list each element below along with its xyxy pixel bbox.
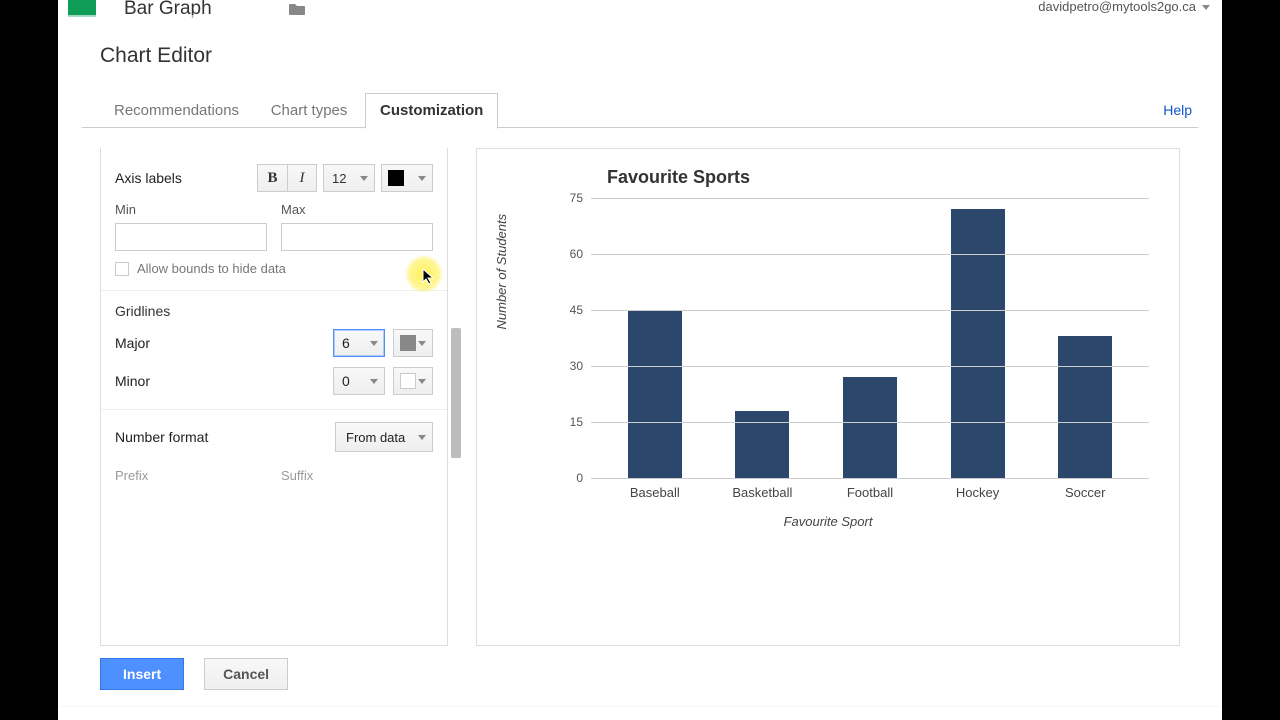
color-swatch-icon xyxy=(388,170,404,186)
caret-down-icon xyxy=(418,379,426,384)
gridline xyxy=(591,366,1149,367)
color-swatch-icon xyxy=(400,373,416,389)
x-tick-label: Soccer xyxy=(1031,485,1139,500)
min-input[interactable] xyxy=(115,223,267,251)
max-label: Max xyxy=(281,202,433,217)
y-tick-label: 30 xyxy=(553,359,583,373)
prefix-label: Prefix xyxy=(115,468,267,483)
gridline xyxy=(591,254,1149,255)
y-tick-label: 45 xyxy=(553,303,583,317)
y-tick-label: 0 xyxy=(553,471,583,485)
y-tick-label: 15 xyxy=(553,415,583,429)
tab-recommendations[interactable]: Recommendations xyxy=(100,94,253,128)
italic-button[interactable]: I xyxy=(287,164,317,192)
y-tick-label: 75 xyxy=(553,191,583,205)
caret-down-icon xyxy=(370,379,378,384)
axis-labels-heading: Axis labels xyxy=(115,170,257,186)
gridline xyxy=(591,478,1149,479)
cancel-button[interactable]: Cancel xyxy=(204,658,288,690)
minor-gridlines-value: 0 xyxy=(342,373,350,389)
caret-down-icon xyxy=(418,435,426,440)
caret-down-icon xyxy=(360,176,368,181)
customization-panel: Axis labels B I 12 Min xyxy=(100,148,448,646)
bold-button[interactable]: B xyxy=(257,164,287,192)
gridline xyxy=(591,198,1149,199)
bar xyxy=(735,411,789,478)
minor-gridlines-select[interactable]: 0 xyxy=(333,367,385,395)
font-color-select[interactable] xyxy=(381,164,433,192)
x-tick-label: Baseball xyxy=(601,485,709,500)
insert-button[interactable]: Insert xyxy=(100,658,184,690)
bar-slot xyxy=(924,198,1032,478)
gridlines-heading: Gridlines xyxy=(115,303,433,319)
chart-preview: Favourite Sports Number of Students 0153… xyxy=(476,148,1180,646)
major-gridlines-color[interactable] xyxy=(393,329,433,357)
bar xyxy=(843,377,897,478)
number-format-select[interactable]: From data xyxy=(335,422,433,452)
max-input[interactable] xyxy=(281,223,433,251)
x-axis-label: Favourite Sport xyxy=(497,514,1159,529)
scrollbar-thumb[interactable] xyxy=(451,328,461,458)
bar-slot xyxy=(709,198,817,478)
account-menu[interactable]: davidpetro@mytools2go.ca xyxy=(1038,0,1210,14)
bar xyxy=(951,209,1005,478)
major-gridlines-label: Major xyxy=(115,335,333,351)
bar-slot xyxy=(601,198,709,478)
allow-bounds-label: Allow bounds to hide data xyxy=(137,261,286,276)
x-tick-label: Hockey xyxy=(924,485,1032,500)
x-tick-label: Basketball xyxy=(709,485,817,500)
x-tick-label: Football xyxy=(816,485,924,500)
account-email: davidpetro@mytools2go.ca xyxy=(1038,0,1196,14)
bar-slot xyxy=(1031,198,1139,478)
minor-gridlines-label: Minor xyxy=(115,373,333,389)
y-axis-label: Number of Students xyxy=(494,214,509,330)
tab-customization[interactable]: Customization xyxy=(365,93,498,129)
tabs: Recommendations Chart types Customizatio… xyxy=(82,92,1198,128)
tab-chart-types[interactable]: Chart types xyxy=(257,94,362,128)
video-controls-hint xyxy=(58,706,1222,720)
min-label: Min xyxy=(115,202,267,217)
chart-editor-dialog: Chart Editor Recommendations Chart types… xyxy=(82,18,1198,708)
chart-title: Favourite Sports xyxy=(607,167,1159,188)
minor-gridlines-color[interactable] xyxy=(393,367,433,395)
help-link[interactable]: Help xyxy=(1163,102,1192,118)
number-format-value: From data xyxy=(346,430,405,445)
chart-plot-area: 01530456075 xyxy=(591,198,1149,478)
caret-down-icon xyxy=(1202,5,1210,10)
gridline xyxy=(591,422,1149,423)
bar xyxy=(1058,336,1112,478)
major-gridlines-select[interactable]: 6 xyxy=(333,329,385,357)
dialog-title: Chart Editor xyxy=(82,18,1198,68)
allow-bounds-checkbox[interactable] xyxy=(115,262,129,276)
color-swatch-icon xyxy=(400,335,416,351)
gridline xyxy=(591,310,1149,311)
font-size-value: 12 xyxy=(332,171,346,186)
suffix-label: Suffix xyxy=(281,468,433,483)
bar xyxy=(628,310,682,478)
caret-down-icon xyxy=(418,341,426,346)
bar-slot xyxy=(816,198,924,478)
y-tick-label: 60 xyxy=(553,247,583,261)
caret-down-icon xyxy=(370,341,378,346)
font-size-select[interactable]: 12 xyxy=(323,164,375,192)
major-gridlines-value: 6 xyxy=(342,335,350,351)
caret-down-icon xyxy=(418,176,426,181)
number-format-heading: Number format xyxy=(115,429,335,445)
